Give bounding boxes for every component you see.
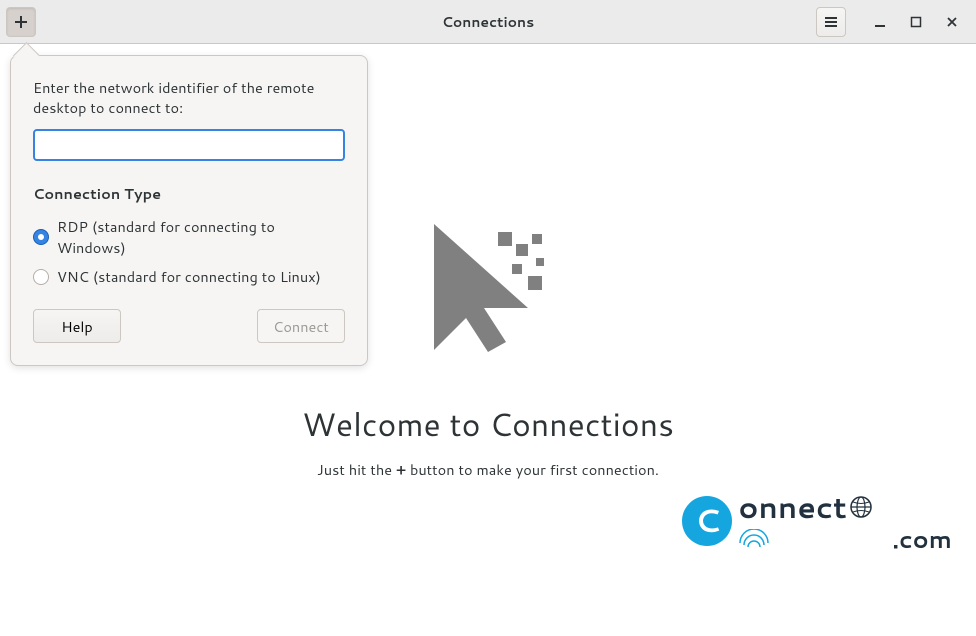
- watermark-suffix: .com: [892, 522, 952, 556]
- radio-option-vnc[interactable]: VNC (standard for connecting to Linux): [33, 262, 345, 291]
- welcome-subtitle-plus: +: [396, 459, 406, 480]
- radio-label: RDP (standard for connecting to Windows): [57, 216, 345, 258]
- connect-button[interactable]: Connect: [257, 309, 345, 343]
- help-button[interactable]: Help: [33, 309, 121, 343]
- close-icon: [946, 16, 958, 28]
- add-connection-button[interactable]: [6, 7, 36, 37]
- globe-icon: [849, 495, 873, 519]
- welcome-subtitle-pre: Just hit the: [317, 459, 396, 480]
- popover-prompt: Enter the network identifier of the remo…: [33, 78, 345, 117]
- new-connection-popover: Enter the network identifier of the remo…: [10, 55, 368, 366]
- minimize-button[interactable]: [868, 10, 892, 34]
- welcome-title: Welcome to Connections: [302, 402, 674, 447]
- connection-type-heading: Connection Type: [33, 183, 345, 204]
- watermark-logo: C onnect .com: [682, 485, 952, 556]
- minimize-icon: [874, 16, 886, 28]
- hamburger-icon: [823, 14, 839, 30]
- cursor-illustration-icon: [428, 224, 548, 354]
- header-bar: Connections: [0, 0, 976, 44]
- radio-indicator: [33, 269, 49, 285]
- wifi-icon: [738, 529, 770, 549]
- close-button[interactable]: [940, 10, 964, 34]
- welcome-subtitle-post: button to make your first connection.: [406, 459, 659, 480]
- network-identifier-input[interactable]: [33, 129, 345, 161]
- maximize-button[interactable]: [904, 10, 928, 34]
- radio-option-rdp[interactable]: RDP (standard for connecting to Windows): [33, 212, 345, 262]
- plus-icon: [13, 14, 29, 30]
- watermark-circle: C: [682, 496, 732, 546]
- radio-indicator: [33, 229, 49, 245]
- welcome-subtitle: Just hit the + button to make your first…: [317, 459, 659, 480]
- hamburger-menu-button[interactable]: [816, 7, 846, 37]
- window-controls: [862, 10, 970, 34]
- radio-label: VNC (standard for connecting to Linux): [57, 266, 321, 287]
- maximize-icon: [910, 16, 922, 28]
